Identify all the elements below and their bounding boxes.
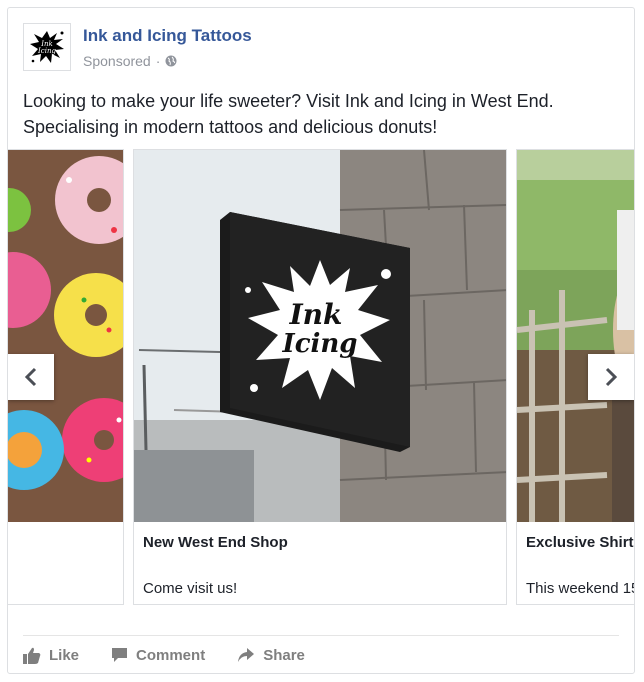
farm-person-image: [517, 150, 634, 522]
globe-icon: [165, 55, 177, 67]
page-avatar[interactable]: Ink Icing: [23, 23, 71, 71]
ad-post-card: Ink Icing Ink and Icing Tattoos Sponsore…: [7, 7, 635, 674]
sponsored-label[interactable]: Sponsored: [83, 53, 151, 69]
meta-separator: ·: [155, 53, 161, 69]
comment-label: Comment: [136, 646, 206, 664]
post-text: Looking to make your life sweeter? Visit…: [23, 91, 554, 137]
like-label: Like: [49, 646, 80, 664]
actions-divider: [23, 635, 619, 636]
comment-button[interactable]: Comment: [111, 640, 205, 670]
chevron-right-icon: [605, 367, 618, 387]
share-button[interactable]: Share: [237, 640, 305, 670]
svg-text:Ink: Ink: [289, 298, 343, 331]
post-actions-bar: Like Comment Share: [23, 640, 337, 670]
shop-sign-image: Ink Icing: [134, 150, 506, 522]
carousel-card-headline: Exclusive Shirts: [526, 534, 634, 551]
carousel-card-description: This weekend 15: [526, 580, 634, 597]
svg-text:Icing: Icing: [37, 47, 56, 55]
post-meta: Sponsored ·: [83, 53, 177, 69]
carousel: Ink Icing New West End Shop Come visit u…: [8, 149, 634, 607]
share-label: Share: [263, 646, 305, 664]
share-icon: [238, 648, 255, 662]
carousel-card-description: Come visit us!: [143, 580, 238, 597]
carousel-prev-button[interactable]: [8, 354, 54, 400]
svg-text:Icing: Icing: [282, 329, 358, 359]
carousel-card-west-end-shop[interactable]: Ink Icing New West End Shop Come visit u…: [133, 149, 507, 605]
like-button[interactable]: Like: [23, 640, 79, 670]
ink-splash-logo: Ink Icing: [30, 31, 64, 63]
comment-icon: [112, 648, 128, 662]
page-name-link[interactable]: Ink and Icing Tattoos: [83, 26, 252, 46]
chevron-left-icon: [24, 367, 37, 387]
carousel-next-button[interactable]: [588, 354, 634, 400]
donuts-image: [8, 150, 123, 522]
carousel-card-headline: New West End Shop: [143, 534, 288, 551]
like-icon: [23, 647, 41, 664]
